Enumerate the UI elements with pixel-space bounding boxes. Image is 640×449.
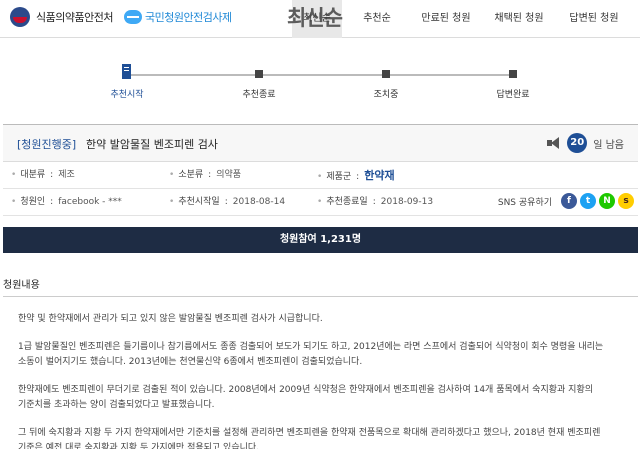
author-label: 청원인 [20,197,46,207]
government-emblem-icon [10,7,30,27]
separator: : [372,197,376,207]
step-marker-icon [255,70,263,78]
content-paragraph: 1급 발암물질인 벤조피렌은 들기름이나 참기름에서도 종종 검출되어 보도가 … [18,342,604,367]
sns-share: SNS 공유하기 f t N s [498,193,634,209]
facebook-icon[interactable]: f [561,193,577,209]
participation-count-bar: 청원참여 1,231명 [3,227,638,253]
naver-icon[interactable]: N [599,193,615,209]
subcategory-label: 소분류 [178,170,204,180]
twitter-icon[interactable]: t [580,193,596,209]
petition-service-logo[interactable]: 국민청원안전검사제 [124,9,232,25]
bullet-icon: • [317,197,323,207]
separator: : [224,197,228,207]
petition-status: [청원진행중] [17,138,77,151]
petition-content: 한약 및 한약재에서 관리가 되고 있지 않은 발암물질 벤조피렌 검사가 시급… [18,312,628,449]
site-header: 식품의약품안전처 국민청원안전검사제 최신순 추천순 만료된 청원 채택된 청원… [0,0,640,38]
bullet-icon: • [11,197,17,207]
category-cell: • 대분류: 제조 [11,162,75,189]
content-divider [3,296,638,297]
main-nav: 최신순 추천순 만료된 청원 채택된 청원 답변된 청원 [292,0,630,38]
product-value: 한약재 [364,169,395,182]
current-step-icon [122,64,131,79]
step-label: 추천시작 [110,90,144,100]
days-remaining: 20 일 남음 [547,133,624,153]
content-paragraph: 한약 및 한약재에서 관리가 되고 있지 않은 발암물질 벤조피렌 검사가 시급… [18,314,323,324]
megaphone-icon [547,137,561,149]
product-label: 제품군 [326,172,352,182]
bullet-icon: • [169,170,175,180]
nav-recommended[interactable]: 추천순 [342,0,412,38]
petition-info-row: • 대분류: 제조 • 소분류: 의약품 • 제품군: 한약재 [3,162,638,189]
nav-adopted[interactable]: 채택된 청원 [480,0,558,38]
content-paragraph: 한약재에도 벤조피렌이 무더기로 검출된 적이 있습니다. 2008년에서 20… [18,385,593,410]
step-marker-icon [509,70,517,78]
kakaostory-icon[interactable]: s [618,193,634,209]
start-date-value: 2018-08-14 [232,197,286,207]
petition-progress: 추천시작 추천종료 조치중 답변완료 [0,39,640,103]
speech-bubble-icon [124,10,142,24]
step-label: 조치중 [373,90,399,100]
author-cell: • 청원인: facebook - *** [11,189,122,216]
end-date-label: 추천종료일 [326,197,368,207]
petition-title: 한약 발암물질 벤조피렌 검사 [86,138,218,151]
petition-service-text: 국민청원안전검사제 [145,11,232,24]
days-suffix: 일 남음 [593,139,624,151]
category-value: 제조 [58,170,75,180]
petition-info-row: • 청원인: facebook - *** • 추천시작일:2018-08-14 • 추… [3,189,638,216]
separator: : [356,172,360,182]
progress-line [127,74,513,76]
separator: : [50,170,54,180]
content-heading: 청원내용 [3,280,40,291]
subcategory-value: 의약품 [216,170,242,180]
sort-overlay-title: 최신순 [287,6,343,30]
bullet-icon: • [317,172,323,182]
step-label: 답변완료 [496,90,530,100]
product-cell: • 제품군: 한약재 [317,162,395,189]
end-date-cell: • 추천종료일:2018-09-13 [317,189,433,216]
logo-text: 식품의약품안전처 [36,11,113,24]
start-date-label: 추천시작일 [178,197,220,207]
content-paragraph: 그 뒤에 숙지황과 지황 두 가지 한약재에서만 기준치를 설정해 관리하면 벤… [18,428,601,449]
author-value: facebook - *** [58,197,122,207]
bullet-icon: • [169,197,175,207]
nav-expired[interactable]: 만료된 청원 [412,0,480,38]
separator: : [50,197,54,207]
subcategory-cell: • 소분류: 의약품 [169,162,241,189]
category-label: 대분류 [20,170,46,180]
petition-title-bar: [청원진행중] 한약 발암물질 벤조피렌 검사 20 일 남음 [3,124,638,162]
step-marker-icon [382,70,390,78]
end-date-value: 2018-09-13 [380,197,434,207]
start-date-cell: • 추천시작일:2018-08-14 [169,189,285,216]
days-count-badge: 20 [567,133,588,153]
nav-answered[interactable]: 답변된 청원 [558,0,630,38]
bullet-icon: • [11,170,17,180]
sns-share-label: SNS 공유하기 [497,197,552,208]
separator: : [208,170,212,180]
step-label: 추천종료 [242,90,276,100]
mfds-logo[interactable]: 식품의약품안전처 [10,7,113,27]
